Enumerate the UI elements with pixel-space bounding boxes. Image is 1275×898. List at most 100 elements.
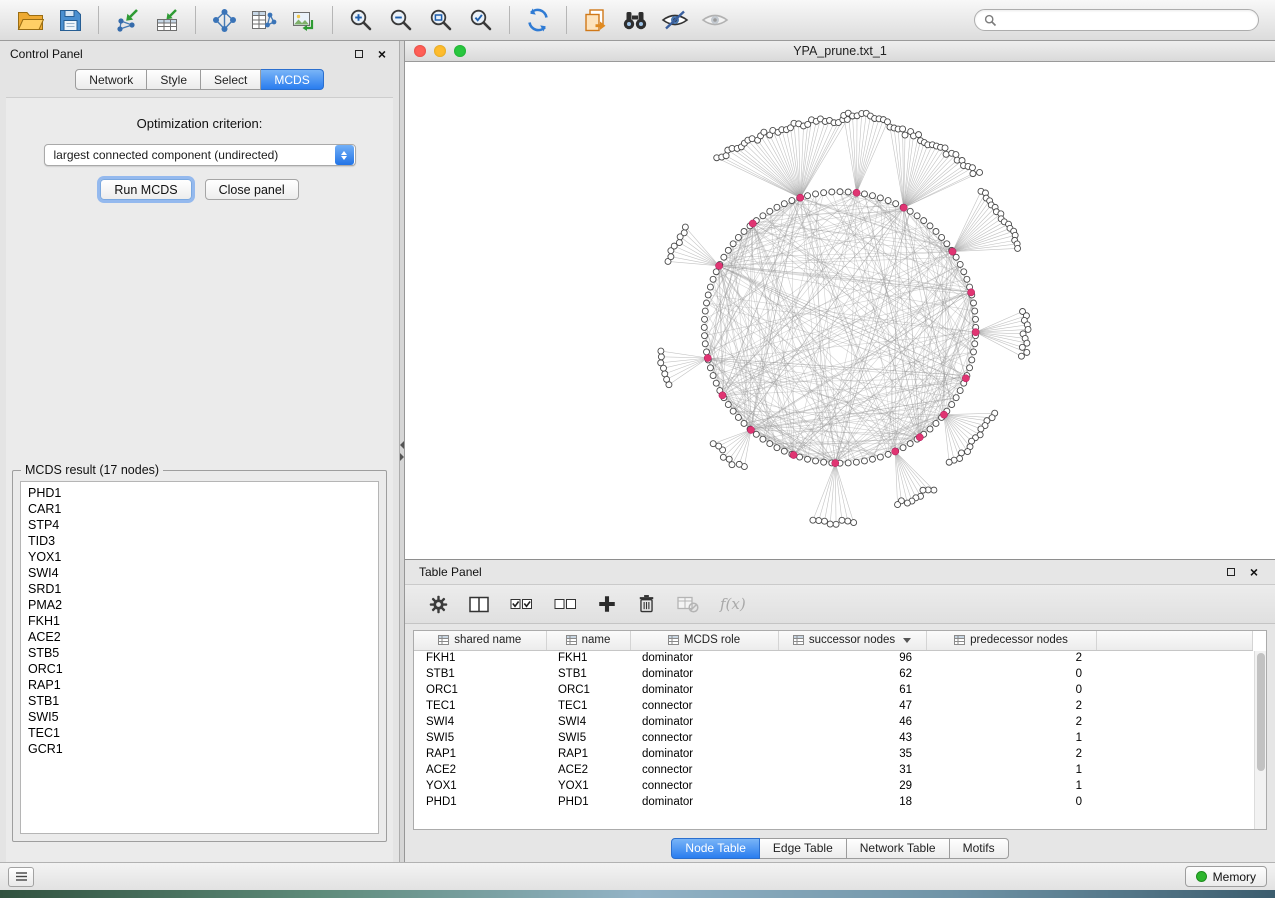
column-header-successor-nodes[interactable]: successor nodes bbox=[778, 631, 926, 650]
table-row[interactable]: YOX1YOX1connector291 bbox=[414, 778, 1253, 794]
memory-label: Memory bbox=[1213, 870, 1256, 884]
table-row[interactable]: SWI5SWI5connector431 bbox=[414, 730, 1253, 746]
close-window-icon[interactable] bbox=[414, 45, 426, 57]
tab-network-table[interactable]: Network Table bbox=[847, 838, 950, 859]
collapse-right-icon bbox=[400, 453, 404, 461]
mcds-result-item[interactable]: SRD1 bbox=[28, 581, 378, 597]
tab-node-table[interactable]: Node Table bbox=[671, 838, 760, 859]
show-columns-button[interactable] bbox=[469, 596, 489, 613]
select-all-button[interactable] bbox=[510, 597, 533, 611]
table-mode-button[interactable] bbox=[429, 595, 448, 614]
column-header-mcds-role[interactable]: MCDS role bbox=[630, 631, 778, 650]
tab-edge-table[interactable]: Edge Table bbox=[760, 838, 847, 859]
network-window-titlebar[interactable]: YPA_prune.txt_1 bbox=[405, 41, 1275, 62]
float-panel-button[interactable] bbox=[352, 47, 366, 61]
table-row[interactable]: ORC1ORC1dominator610 bbox=[414, 682, 1253, 698]
maximize-window-icon[interactable] bbox=[454, 45, 466, 57]
cell-filler bbox=[1096, 778, 1253, 794]
mcds-result-item[interactable]: FKH1 bbox=[28, 613, 378, 629]
find-button[interactable] bbox=[617, 3, 653, 37]
columns-icon bbox=[469, 596, 489, 613]
table-row[interactable]: PHD1PHD1dominator180 bbox=[414, 794, 1253, 810]
mcds-result-item[interactable]: RAP1 bbox=[28, 677, 378, 693]
cell-filler bbox=[1096, 650, 1253, 666]
mcds-result-item[interactable]: PHD1 bbox=[28, 485, 378, 501]
new-network-button[interactable] bbox=[206, 3, 242, 37]
list-icon bbox=[15, 871, 28, 882]
node-table[interactable]: shared name name MCDS role successor n bbox=[413, 630, 1267, 830]
mcds-result-item[interactable]: PMA2 bbox=[28, 597, 378, 613]
table-row[interactable]: RAP1RAP1dominator352 bbox=[414, 746, 1253, 762]
tab-style[interactable]: Style bbox=[147, 69, 201, 90]
tab-motifs[interactable]: Motifs bbox=[950, 838, 1009, 859]
cell-mcds-role: dominator bbox=[630, 794, 778, 810]
criterion-dropdown[interactable]: largest connected component (undirected) bbox=[44, 144, 356, 166]
import-table-button[interactable] bbox=[149, 3, 185, 37]
mcds-result-item[interactable]: ACE2 bbox=[28, 629, 378, 645]
column-header-name[interactable]: name bbox=[546, 631, 630, 650]
memory-button[interactable]: Memory bbox=[1185, 866, 1267, 887]
float-table-panel-button[interactable] bbox=[1224, 565, 1238, 579]
create-column-button[interactable] bbox=[598, 595, 616, 613]
cell-filler bbox=[1096, 746, 1253, 762]
search-box[interactable] bbox=[974, 9, 1259, 31]
scrollbar-thumb[interactable] bbox=[1257, 653, 1265, 771]
table-row[interactable]: FKH1FKH1dominator962 bbox=[414, 650, 1253, 666]
mcds-result-item[interactable]: STB1 bbox=[28, 693, 378, 709]
mcds-result-item[interactable]: TEC1 bbox=[28, 725, 378, 741]
show-all-button[interactable] bbox=[697, 3, 733, 37]
column-header-predecessor-nodes[interactable]: predecessor nodes bbox=[926, 631, 1096, 650]
clone-network-button[interactable] bbox=[577, 3, 613, 37]
table-scrollbar[interactable] bbox=[1254, 651, 1266, 829]
network-graph bbox=[405, 62, 1275, 559]
show-panels-button[interactable] bbox=[8, 867, 34, 887]
tab-select[interactable]: Select bbox=[201, 69, 261, 90]
close-panel-pushbutton[interactable]: Close panel bbox=[205, 179, 299, 200]
panel-splitter[interactable] bbox=[399, 41, 405, 862]
mcds-result-item[interactable]: ORC1 bbox=[28, 661, 378, 677]
splitter-arrows[interactable] bbox=[400, 441, 404, 461]
search-input[interactable] bbox=[1002, 13, 1249, 27]
function-builder-button[interactable]: f(x) bbox=[720, 595, 746, 613]
mcds-result-item[interactable]: STP4 bbox=[28, 517, 378, 533]
zoom-fit-button[interactable] bbox=[423, 3, 459, 37]
apply-layout-button[interactable] bbox=[520, 3, 556, 37]
hide-selected-button[interactable] bbox=[657, 3, 693, 37]
cell-name: TEC1 bbox=[546, 698, 630, 714]
table-row[interactable]: SWI4SWI4dominator462 bbox=[414, 714, 1253, 730]
zoom-out-button[interactable] bbox=[383, 3, 419, 37]
mcds-result-item[interactable]: TID3 bbox=[28, 533, 378, 549]
eye-slash-icon bbox=[661, 9, 689, 31]
mcds-result-item[interactable]: STB5 bbox=[28, 645, 378, 661]
mcds-result-item[interactable]: SWI5 bbox=[28, 709, 378, 725]
mcds-result-item[interactable]: YOX1 bbox=[28, 549, 378, 565]
mcds-result-list[interactable]: PHD1CAR1STP4TID3YOX1SWI4SRD1PMA2FKH1ACE2… bbox=[20, 481, 379, 834]
deselect-all-button[interactable] bbox=[554, 597, 577, 611]
cell-successor-nodes: 29 bbox=[778, 778, 926, 794]
cell-predecessor-nodes: 2 bbox=[926, 698, 1096, 714]
save-session-button[interactable] bbox=[52, 3, 88, 37]
zoom-in-button[interactable] bbox=[343, 3, 379, 37]
table-row[interactable]: TEC1TEC1connector472 bbox=[414, 698, 1253, 714]
column-header-shared-name[interactable]: shared name bbox=[414, 631, 546, 650]
run-mcds-button[interactable]: Run MCDS bbox=[100, 179, 191, 200]
close-panel-button[interactable]: × bbox=[375, 47, 389, 61]
network-from-table-button[interactable] bbox=[246, 3, 282, 37]
table-row[interactable]: STB1STB1dominator620 bbox=[414, 666, 1253, 682]
mcds-result-item[interactable]: CAR1 bbox=[28, 501, 378, 517]
tab-network[interactable]: Network bbox=[75, 69, 147, 90]
export-image-button[interactable] bbox=[286, 3, 322, 37]
zoom-selected-button[interactable] bbox=[463, 3, 499, 37]
close-table-panel-button[interactable]: × bbox=[1247, 565, 1261, 579]
cell-shared-name: STB1 bbox=[414, 666, 546, 682]
table-row[interactable]: ACE2ACE2connector311 bbox=[414, 762, 1253, 778]
open-session-button[interactable] bbox=[12, 3, 48, 37]
network-canvas[interactable] bbox=[405, 62, 1275, 559]
mcds-result-item[interactable]: GCR1 bbox=[28, 741, 378, 757]
import-network-button[interactable] bbox=[109, 3, 145, 37]
tab-mcds[interactable]: MCDS bbox=[261, 69, 323, 90]
delete-table-button[interactable] bbox=[677, 596, 699, 613]
minimize-window-icon[interactable] bbox=[434, 45, 446, 57]
delete-columns-button[interactable] bbox=[637, 594, 656, 614]
mcds-result-item[interactable]: SWI4 bbox=[28, 565, 378, 581]
